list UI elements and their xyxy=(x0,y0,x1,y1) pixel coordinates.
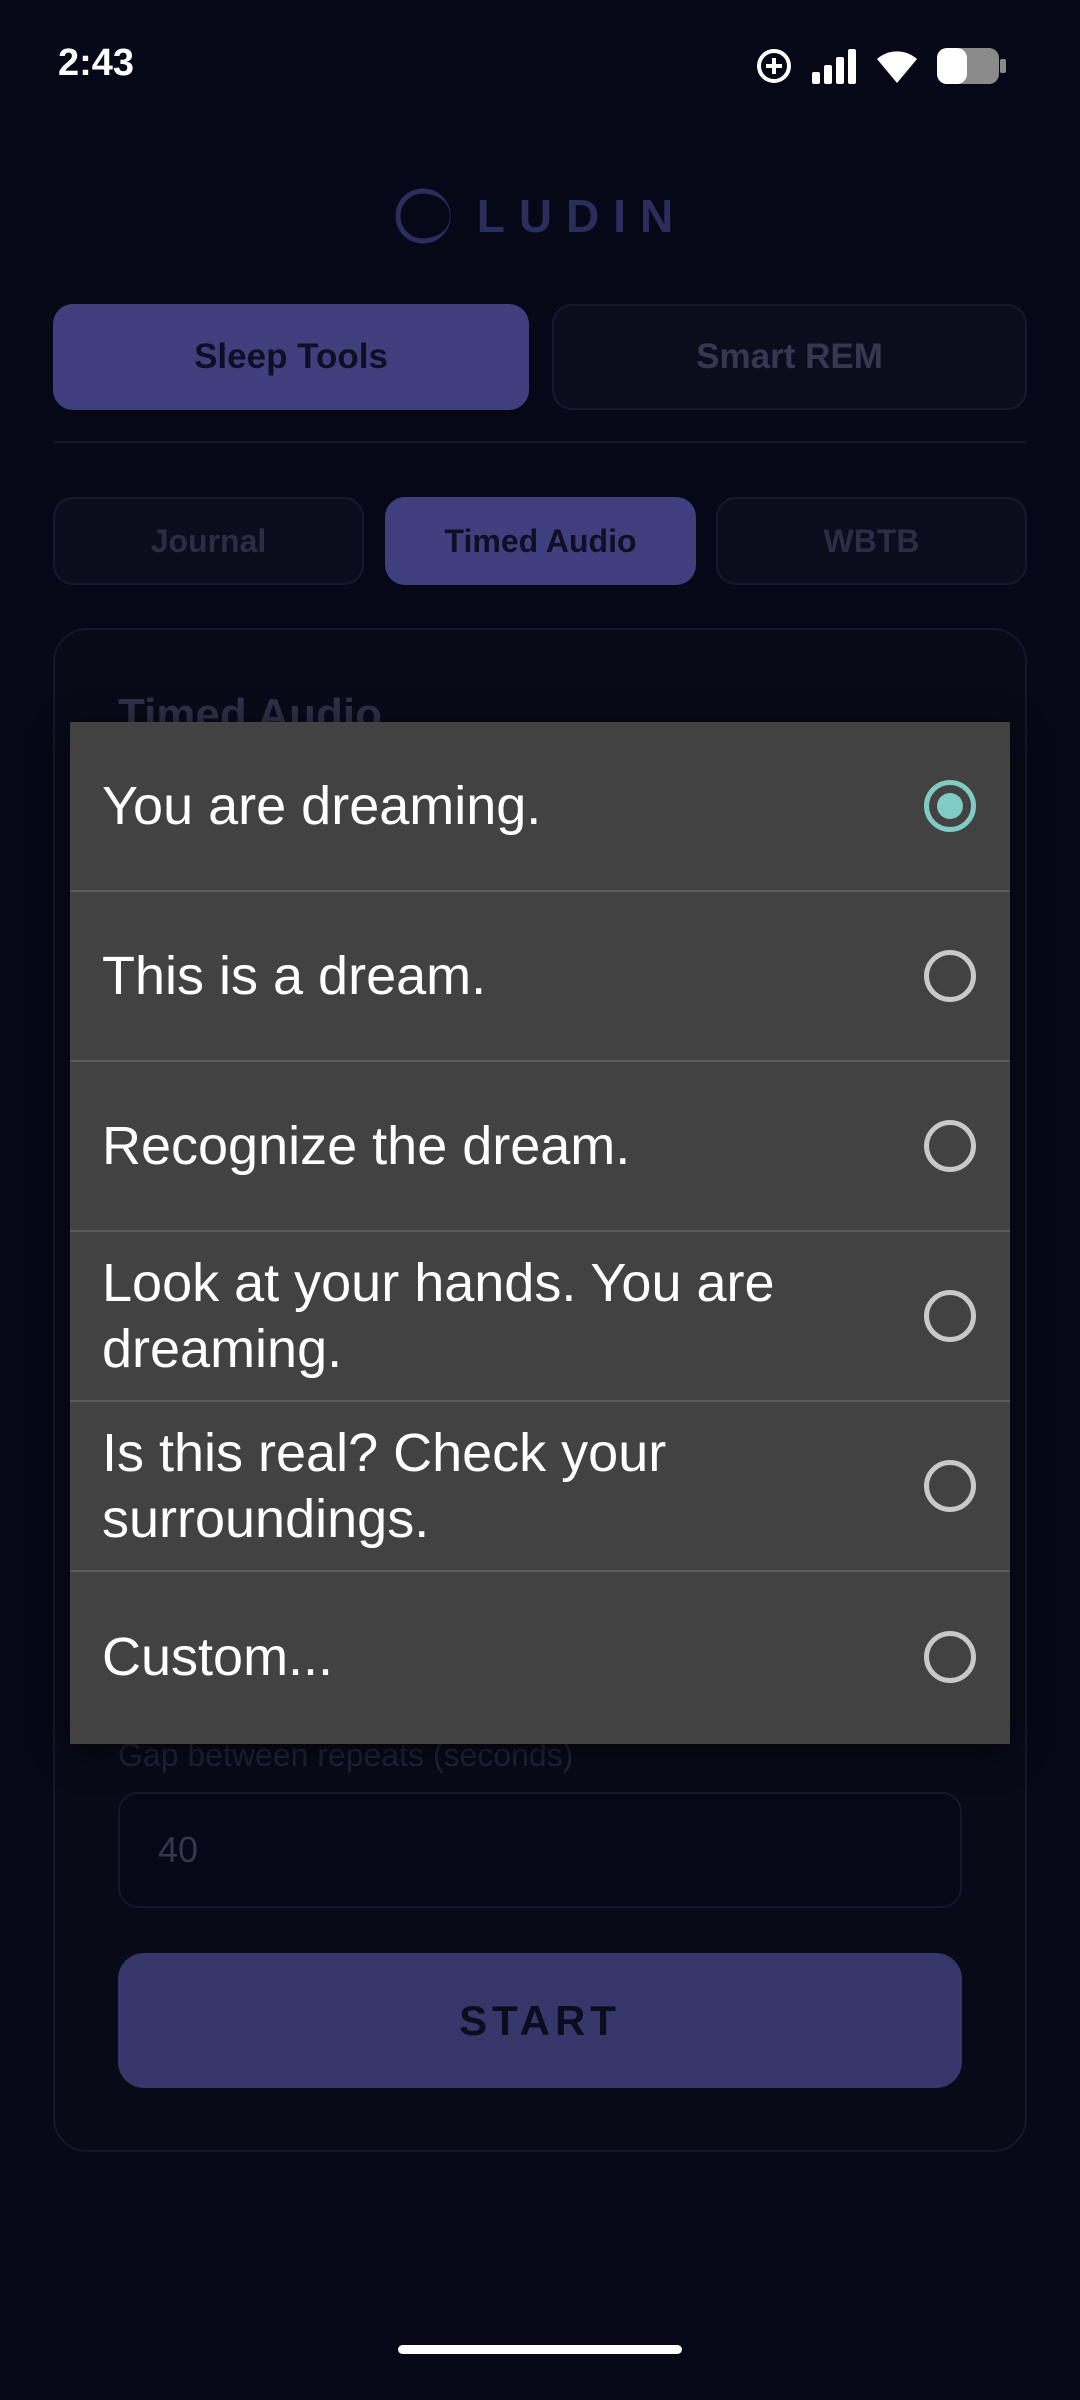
option-label: Recognize the dream. xyxy=(102,1116,631,1176)
home-indicator[interactable] xyxy=(398,2345,682,2354)
option-is-this-real[interactable]: Is this real? Check your surroundings. xyxy=(70,1402,1010,1572)
radio-unselected-icon[interactable] xyxy=(924,1290,976,1342)
option-label: This is a dream. xyxy=(102,946,487,1006)
option-label: Is this real? Check your surroundings. xyxy=(102,1423,667,1549)
option-label: Look at your hands. You are dreaming. xyxy=(102,1253,775,1379)
data-saver-icon xyxy=(757,49,791,83)
battery-icon xyxy=(937,48,1006,84)
logo-text: LUDIN xyxy=(476,190,688,242)
phrase-select-dialog: You are dreaming. This is a dream. Recog… xyxy=(70,722,1010,1744)
signal-icon xyxy=(812,49,856,84)
option-recognize-the-dream[interactable]: Recognize the dream. xyxy=(70,1062,1010,1232)
radio-selected-icon[interactable] xyxy=(924,780,976,832)
status-time: 2:43 xyxy=(58,42,135,84)
tab-journal[interactable]: Journal xyxy=(53,497,364,585)
option-look-at-your-hands[interactable]: Look at your hands. You are dreaming. xyxy=(70,1232,1010,1402)
tab-timed-audio[interactable]: Timed Audio xyxy=(385,497,696,585)
radio-unselected-icon[interactable] xyxy=(924,1460,976,1512)
status-icons xyxy=(754,44,1008,88)
option-you-are-dreaming[interactable]: You are dreaming. xyxy=(70,722,1010,892)
option-this-is-a-dream[interactable]: This is a dream. xyxy=(70,892,1010,1062)
start-button[interactable]: START xyxy=(118,1953,962,2088)
tab-wbtb[interactable]: WBTB xyxy=(716,497,1027,585)
divider xyxy=(53,441,1027,443)
moon-logo-icon xyxy=(395,188,451,244)
radio-unselected-icon[interactable] xyxy=(924,1631,976,1683)
option-label: You are dreaming. xyxy=(102,776,542,836)
option-label: Custom... xyxy=(102,1627,334,1687)
tab-smart-rem[interactable]: Smart REM xyxy=(552,304,1027,410)
radio-unselected-icon[interactable] xyxy=(924,950,976,1002)
gap-seconds-input[interactable]: 40 xyxy=(118,1792,962,1908)
status-bar: 2:43 xyxy=(0,0,1080,130)
radio-unselected-icon[interactable] xyxy=(924,1120,976,1172)
tab-sleep-tools[interactable]: Sleep Tools xyxy=(53,304,529,410)
option-custom[interactable]: Custom... xyxy=(70,1572,1010,1742)
wifi-icon xyxy=(877,51,917,83)
app-logo: LUDIN xyxy=(0,186,1080,246)
